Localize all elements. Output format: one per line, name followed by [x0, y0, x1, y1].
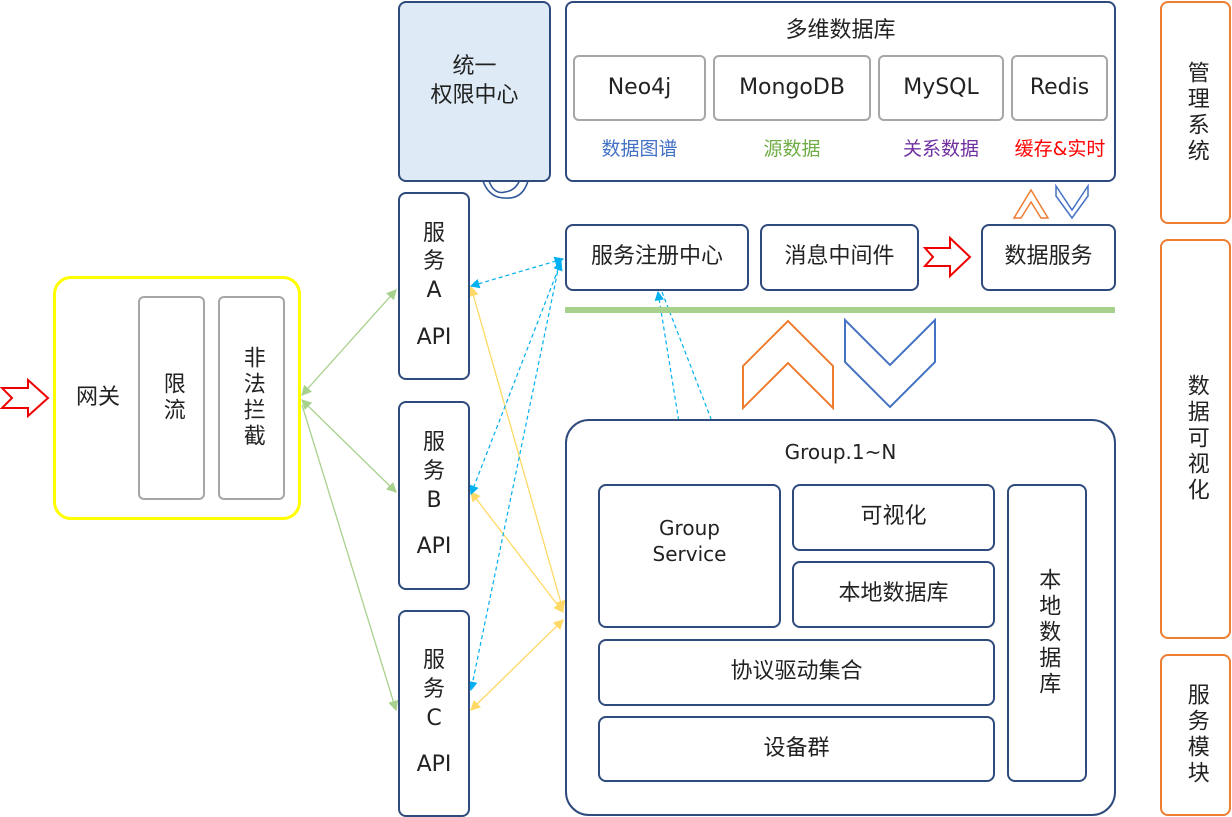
group-service: Group Service — [598, 484, 781, 628]
db-mysql-desc: 关系数据 — [902, 138, 979, 160]
visualization: 可视化 — [792, 484, 995, 551]
service-api: API — [416, 534, 452, 560]
rate-limit: 限流 — [138, 296, 205, 500]
db-redis-desc: 缓存&实时 — [1014, 138, 1106, 160]
up-chevron-icon — [742, 319, 834, 411]
up-small-chevron-icon — [1012, 188, 1050, 219]
group-service-line1: Group — [659, 516, 720, 540]
auth-line1: 统一 — [452, 53, 497, 79]
local-db-vertical: 本地数据库 — [1007, 484, 1087, 782]
side-data-viz: 数据可视化 — [1160, 239, 1231, 639]
gateway-links — [301, 289, 399, 712]
side-mgmt-system: 管理系统 — [1160, 1, 1231, 224]
service-text: 服 — [422, 220, 445, 246]
mq-arrow-icon — [922, 235, 972, 279]
group-title: Group.1~N — [784, 440, 897, 464]
service-c: 服务 C API — [398, 610, 470, 817]
multi-db-title: 多维数据库 — [785, 18, 896, 43]
service-text: 务 — [422, 249, 445, 275]
service-text: 务 — [422, 676, 445, 702]
db-neo4j-desc: 数据图谱 — [601, 138, 678, 160]
db-mongodb-desc: 源数据 — [763, 138, 821, 160]
group-links — [468, 285, 566, 711]
illegal-block: 非法拦截 — [218, 296, 285, 500]
db-mysql: MySQL — [878, 55, 1004, 121]
service-text: 服 — [422, 430, 445, 456]
service-letter: C — [426, 705, 442, 731]
down-small-chevron-icon — [1055, 183, 1089, 220]
data-service: 数据服务 — [981, 224, 1116, 291]
local-db: 本地数据库 — [792, 561, 995, 628]
service-registry: 服务注册中心 — [565, 224, 749, 291]
bus-line — [565, 307, 1115, 313]
db-redis: Redis — [1011, 55, 1108, 121]
db-neo4j: Neo4j — [573, 55, 706, 121]
input-arrow-icon — [0, 377, 50, 419]
device-group: 设备群 — [598, 716, 995, 782]
side-service-module: 服务模块 — [1160, 654, 1231, 816]
auth-center: 统一 权限中心 — [398, 1, 551, 182]
service-b: 服务 B API — [398, 401, 470, 590]
service-api: API — [416, 324, 452, 350]
db-mongodb: MongoDB — [713, 55, 871, 121]
service-letter: B — [426, 487, 442, 513]
protocol-drivers: 协议驱动集合 — [598, 639, 995, 706]
auth-line2: 权限中心 — [430, 82, 519, 108]
service-a: 服务 A API — [398, 192, 470, 380]
service-letter: A — [426, 278, 442, 303]
service-text: 务 — [422, 458, 445, 484]
gateway-label: 网关 — [76, 384, 121, 410]
architecture-diagram: 网关 限流 非法拦截 统一 权限中心 多维数据库 Neo4j MongoDB M… — [0, 0, 1232, 817]
service-api: API — [416, 752, 452, 778]
down-chevron-icon — [844, 317, 936, 409]
service-text: 服 — [422, 648, 445, 674]
group-service-line2: Service — [652, 542, 727, 566]
message-queue: 消息中间件 — [760, 224, 919, 291]
